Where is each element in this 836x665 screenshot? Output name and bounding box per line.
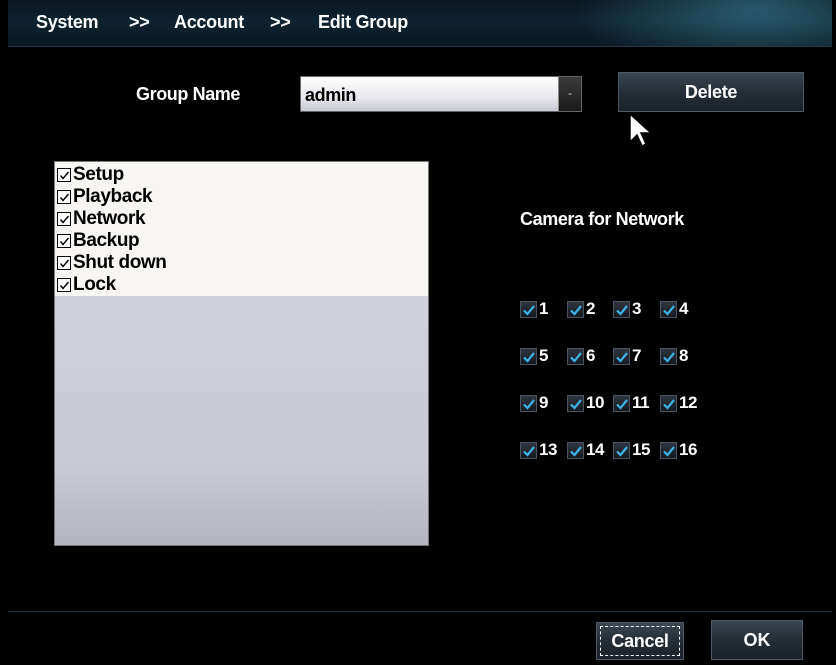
checkbox-checked-icon[interactable] (660, 347, 677, 365)
camera-channel-checkbox[interactable]: 15 (613, 439, 651, 461)
permission-item[interactable]: Playback (57, 186, 428, 208)
footer-bar (8, 611, 832, 665)
checkbox-checked-icon[interactable] (613, 300, 630, 318)
breadcrumb-separator: >> (129, 12, 150, 32)
camera-channel-label: 3 (632, 299, 642, 318)
breadcrumb-bar: System >> Account >> Edit Group (8, 0, 832, 47)
checkbox-checked-icon[interactable] (57, 190, 71, 204)
camera-channel-checkbox[interactable]: 7 (613, 345, 641, 367)
checkbox-checked-icon[interactable] (57, 278, 71, 292)
permission-label: Setup (73, 164, 124, 185)
checkbox-checked-icon[interactable] (520, 300, 537, 318)
permission-item[interactable]: Setup (57, 164, 428, 186)
camera-channel-label: 15 (632, 440, 651, 459)
checkbox-checked-icon[interactable] (57, 234, 71, 248)
camera-channel-label: 9 (539, 393, 549, 412)
breadcrumb-edit-group: Edit Group (318, 12, 408, 32)
focus-ring (600, 626, 680, 656)
camera-channel-label: 10 (586, 393, 605, 412)
camera-channel-label: 12 (679, 393, 698, 412)
checkbox-checked-icon[interactable] (660, 441, 677, 459)
checkbox-checked-icon[interactable] (57, 168, 71, 182)
checkbox-checked-icon[interactable] (613, 441, 630, 459)
camera-channel-label: 11 (632, 393, 650, 412)
camera-channel-checkbox[interactable]: 1 (520, 298, 548, 320)
permission-label: Network (73, 208, 146, 229)
permission-item[interactable]: Network (57, 208, 428, 230)
camera-channel-label: 14 (586, 440, 605, 459)
camera-channel-checkbox[interactable]: 2 (567, 298, 595, 320)
checkbox-checked-icon[interactable] (613, 394, 630, 412)
group-name-select[interactable]: admin - (300, 76, 582, 112)
checkbox-checked-icon[interactable] (520, 441, 537, 459)
header-glow (572, 0, 832, 46)
ok-button[interactable]: OK (711, 620, 803, 660)
camera-channel-label: 2 (586, 299, 596, 318)
group-name-value: admin (305, 85, 357, 105)
camera-channel-checkbox[interactable]: 16 (660, 439, 698, 461)
camera-channel-label: 6 (586, 346, 596, 365)
checkbox-checked-icon[interactable] (520, 394, 537, 412)
breadcrumb-separator: >> (270, 12, 291, 32)
permission-label: Backup (73, 230, 140, 251)
permissions-panel: Setup Playback Network Backup Shut down Lock (54, 161, 429, 546)
camera-for-network-title: Camera for Network (520, 209, 684, 229)
camera-channel-label: 13 (539, 440, 558, 459)
mouse-pointer-icon (629, 112, 653, 148)
delete-button[interactable]: Delete (618, 72, 804, 112)
checkbox-checked-icon[interactable] (567, 441, 584, 459)
camera-row: 13 14 15 16 (520, 439, 710, 486)
camera-channel-checkbox[interactable]: 13 (520, 439, 558, 461)
checkbox-checked-icon[interactable] (660, 394, 677, 412)
permission-item[interactable]: Lock (57, 274, 428, 296)
group-name-label: Group Name (136, 84, 241, 104)
camera-channel-checkbox[interactable]: 10 (567, 392, 605, 414)
dropdown-arrow-icon[interactable]: - (558, 77, 581, 111)
permissions-list: Setup Playback Network Backup Shut down Lock (55, 162, 428, 296)
camera-channel-checkbox[interactable]: 9 (520, 392, 548, 414)
camera-channel-checkbox[interactable]: 14 (567, 439, 605, 461)
checkbox-checked-icon[interactable] (567, 394, 584, 412)
camera-channel-checkbox[interactable]: 4 (660, 298, 688, 320)
checkbox-checked-icon[interactable] (567, 300, 584, 318)
camera-channel-label: 1 (539, 299, 549, 318)
cancel-button[interactable]: Cancel (596, 622, 684, 660)
camera-channel-checkbox[interactable]: 11 (613, 392, 650, 414)
checkbox-checked-icon[interactable] (660, 300, 677, 318)
camera-checkbox-grid: 1 2 3 4 5 6 7 8 9 10 11 12 13 14 15 16 (520, 298, 710, 486)
camera-channel-checkbox[interactable]: 6 (567, 345, 595, 367)
breadcrumb-system[interactable]: System (36, 12, 99, 33)
checkbox-checked-icon[interactable] (567, 347, 584, 365)
checkbox-checked-icon[interactable] (57, 212, 71, 226)
camera-channel-checkbox[interactable]: 8 (660, 345, 688, 367)
permission-item[interactable]: Shut down (57, 252, 428, 274)
camera-row: 9 10 11 12 (520, 392, 710, 439)
camera-row: 5 6 7 8 (520, 345, 710, 392)
checkbox-checked-icon[interactable] (520, 347, 537, 365)
camera-channel-label: 8 (679, 346, 689, 365)
permission-label: Lock (73, 274, 116, 295)
breadcrumb-account[interactable]: Account (174, 12, 244, 33)
camera-channel-label: 5 (539, 346, 549, 365)
camera-channel-label: 4 (679, 299, 689, 318)
camera-channel-label: 7 (632, 346, 642, 365)
permission-item[interactable]: Backup (57, 230, 428, 252)
permission-label: Shut down (73, 252, 167, 273)
camera-channel-label: 16 (679, 440, 698, 459)
permission-label: Playback (73, 186, 153, 207)
camera-channel-checkbox[interactable]: 3 (613, 298, 641, 320)
camera-channel-checkbox[interactable]: 12 (660, 392, 698, 414)
camera-row: 1 2 3 4 (520, 298, 710, 345)
checkbox-checked-icon[interactable] (57, 256, 71, 270)
checkbox-checked-icon[interactable] (613, 347, 630, 365)
camera-channel-checkbox[interactable]: 5 (520, 345, 548, 367)
